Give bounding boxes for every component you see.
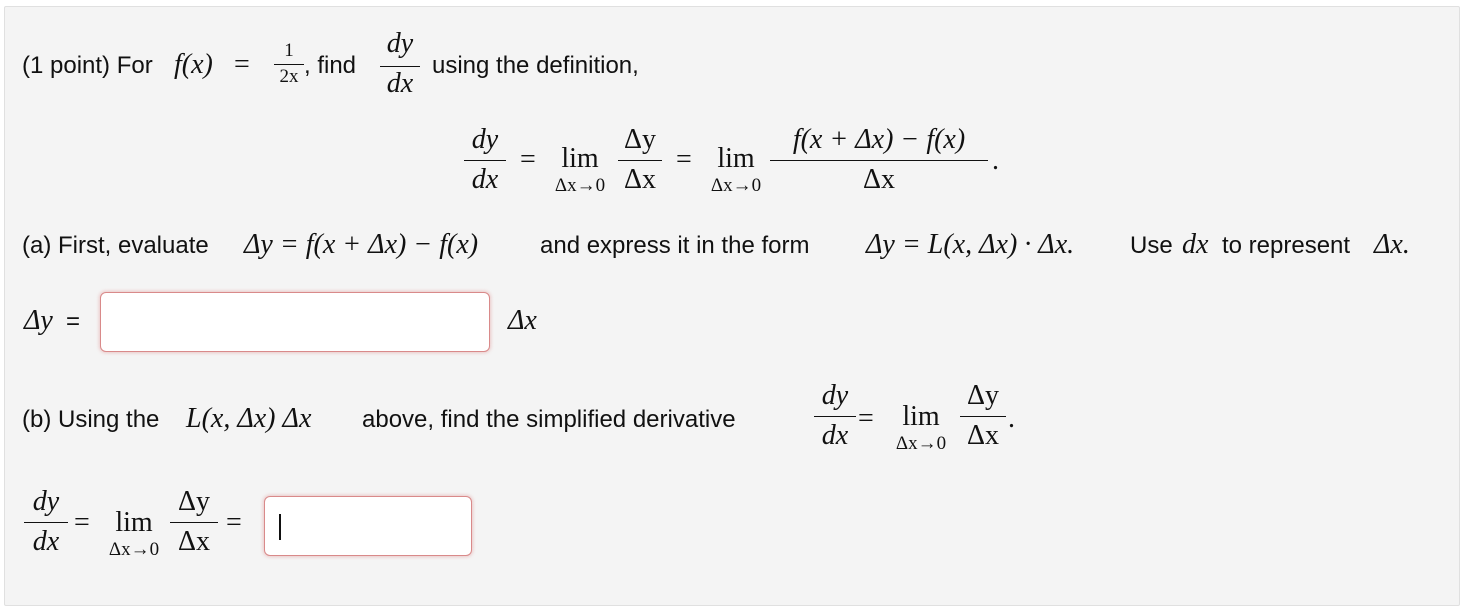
part-b-answer-input[interactable] (264, 496, 472, 556)
part-b-answer-dy: dy (32, 486, 60, 517)
part-a-math-3: dx (1182, 229, 1209, 260)
def-limit-2: lim Δx→0 (704, 144, 768, 196)
def-dydx-fraction: dy dx (464, 124, 506, 198)
part-b-dy: dy (821, 380, 849, 411)
part-b-dx: dx (821, 420, 849, 451)
def-diff-numerator: f(x + Δx) − f(x) (792, 124, 966, 155)
intro-suffix: using the definition, (432, 52, 639, 79)
part-a-text-2: and express it in the form (540, 232, 810, 259)
part-b-answer-dydx-fraction: dy dx (24, 486, 68, 560)
part-b-answer-lim: lim (115, 507, 153, 538)
part-b-answer-delta-y: Δy (177, 486, 210, 517)
def-diff-denominator: Δx (862, 164, 895, 195)
part-a-math-1: Δy = f(x + Δx) − f(x) (244, 229, 479, 260)
part-b-answer-dx: dx (32, 526, 60, 557)
def-difference-quotient: f(x + Δx) − f(x) Δx (770, 124, 988, 198)
def-equals-2: = (676, 144, 692, 175)
part-b-answer-equals-2: = (226, 507, 242, 538)
def-equals-1: = (520, 144, 536, 175)
part-b-delta-x: Δx (966, 420, 999, 451)
def-dy: dy (471, 124, 499, 155)
def-limit-1: lim Δx→0 (548, 144, 612, 196)
def-deltay-deltax-fraction: Δy Δx (618, 124, 662, 198)
part-b-dydx-fraction: dy dx (814, 380, 856, 454)
def-delta-x: Δx (623, 164, 656, 195)
intro-f-numerator: 1 (284, 40, 294, 61)
part-a-text-4: to represent (1222, 232, 1351, 259)
part-a-answer-equals: = (66, 308, 81, 335)
part-b-text-1: (b) Using the (22, 406, 160, 433)
part-a-math-4: Δx. (1374, 229, 1410, 260)
part-b-answer-deltay-deltax-fraction: Δy Δx (170, 486, 218, 560)
part-a-text-3: Use (1130, 232, 1173, 259)
intro-f-lhs: f(x) (174, 49, 213, 80)
intro-f-fraction: 1 2x (274, 40, 304, 90)
part-b-equals: = (858, 403, 874, 434)
intro-dydx-fraction: dy dx (380, 28, 420, 100)
intro-prefix: (1 point) For (22, 52, 153, 79)
intro-find: , find (304, 52, 357, 79)
intro-dy: dy (386, 28, 414, 59)
def-period: . (992, 145, 999, 176)
def-dx: dx (471, 164, 499, 195)
def-delta-y: Δy (623, 124, 656, 155)
part-b-answer-delta-x: Δx (177, 526, 210, 557)
def-lim-sub-2: Δx→0 (710, 175, 762, 196)
part-b-lim-sub: Δx→0 (895, 433, 947, 454)
part-b-answer-equals-1: = (74, 507, 90, 538)
part-a-answer-suffix: Δx (508, 305, 537, 336)
part-a-math-2: Δy = L(x, Δx) · Δx. (866, 229, 1075, 260)
part-b-deltay-deltax-fraction: Δy Δx (960, 380, 1006, 454)
part-a-answer-var: Δy (24, 305, 53, 336)
part-b-math-1: L(x, Δx) Δx (186, 403, 312, 434)
text-cursor-icon (279, 514, 281, 540)
intro-f-denominator: 2x (279, 66, 299, 87)
part-b-limit: lim Δx→0 (888, 402, 954, 454)
part-b-answer-lim-sub: Δx→0 (108, 539, 160, 560)
def-lim-1: lim (561, 143, 599, 174)
part-b-period: . (1008, 403, 1015, 434)
def-lim-sub-1: Δx→0 (554, 175, 606, 196)
part-b-answer-limit: lim Δx→0 (102, 508, 166, 560)
part-b-delta-y: Δy (966, 380, 999, 411)
part-a-text-1: (a) First, evaluate (22, 232, 209, 259)
part-b-text-2: above, find the simplified derivative (362, 406, 736, 433)
def-lim-2: lim (717, 143, 755, 174)
part-b-lim: lim (902, 401, 940, 432)
intro-equals: = (234, 49, 250, 80)
intro-dx: dx (386, 68, 414, 99)
part-a-answer-input[interactable] (100, 292, 490, 352)
